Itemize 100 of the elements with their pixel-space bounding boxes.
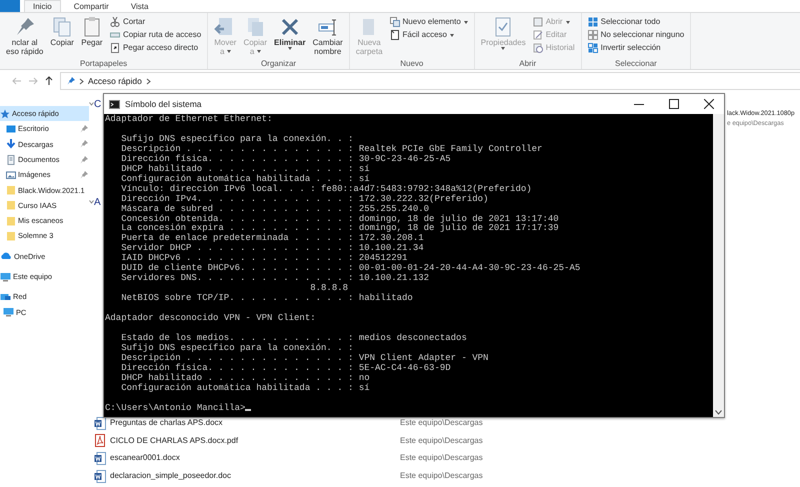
open-icon [532, 17, 543, 27]
chevron-icon [79, 78, 84, 84]
ribbon-button[interactable]: Copiar ruta de acceso [108, 29, 204, 41]
forward-button[interactable] [28, 76, 38, 86]
history-icon [532, 43, 543, 53]
address-bar[interactable]: Acceso rápido [60, 72, 800, 90]
console-line: DHCP habilitado . . . . . . . . . . . . . : sí [121, 164, 370, 174]
ribbon-button[interactable]: Copiar [48, 15, 76, 58]
window-title: Símbolo del sistema [125, 98, 203, 110]
console-heading: Adaptador desconocido VPN - VPN Client: [105, 314, 316, 324]
invert-selection-icon [588, 43, 598, 53]
file-location: Este equipo\Descargas [400, 417, 483, 430]
console-line: La concesión expira . . . . . . . . . . . : domingo, 18 de julio de 2021 17:17:39 [121, 224, 559, 234]
select-all-icon [588, 17, 598, 27]
console-heading: Adaptador de Ethernet Ethernet: [105, 115, 272, 125]
group-label: Nuevo [399, 58, 424, 69]
caret-icon [256, 50, 261, 54]
ribbon-tab[interactable]: Vista [122, 0, 158, 12]
computer-icon [3, 307, 14, 318]
back-arrow-icon [12, 76, 22, 86]
caret-icon [464, 20, 468, 24]
console-line: Estado de los medios. . . . . . . . . . . : medios desconectados [121, 334, 467, 344]
desktop-icon [6, 124, 16, 134]
caret-icon [501, 47, 506, 50]
ribbon-button[interactable]: Fácil acceso [388, 29, 470, 41]
computer-icon [0, 272, 11, 282]
file-name[interactable]: Preguntas de charlas APS.docx [106, 417, 400, 430]
console-line: Servidores DNS. . . . . . . . . . . . . . : 10.100.21.132 [121, 274, 430, 284]
ribbon-tab[interactable]: Inicio [24, 0, 61, 12]
console-line: Sufijo DNS específico para la conexión. . : [121, 134, 354, 144]
file-name[interactable]: declaracion_simple_poseedor.doc [106, 470, 400, 482]
download-arrow-icon [6, 139, 16, 150]
console-line: Dirección física. . . . . . . . . . . . . : 30-9C-23-46-25-A5 [121, 154, 451, 164]
chevron-icon [89, 200, 94, 204]
text-cursor [245, 408, 251, 411]
word-document-icon [94, 416, 106, 430]
file-location: Este equipo\Descargas [400, 452, 483, 464]
ribbon-button[interactable]: Pegar [78, 15, 105, 58]
console-line: DUID de cliente DHCPv6. . . . . . . . . . : 00-01-00-01-24-20-44-A4-30-9C-23-46-25-A5 [121, 264, 580, 274]
chevron-icon [89, 102, 94, 106]
ribbon-button[interactable]: No seleccionar ninguno [586, 29, 686, 41]
forward-arrow-icon [28, 76, 38, 86]
ribbon-button[interactable]: nclar al eso rápido [4, 15, 46, 58]
caret-icon [566, 20, 570, 24]
network-icon [0, 292, 11, 302]
ribbon-button[interactable]: Eliminar [272, 15, 308, 58]
file-name[interactable]: CICLO DE CHARLAS APS.docx.pdf [106, 434, 400, 447]
console-line: Concesión obtenida. . . . . . . . . . . . : domingo, 18 de julio de 2021 13:17:40 [121, 214, 559, 224]
group-label: Abrir [518, 58, 538, 69]
console-line: IAID DHCPv6 . . . . . . . . . . . . . . . : 204512291 [121, 254, 408, 264]
console-line: Sufijo DNS específico para la conexión. . : [121, 344, 354, 354]
back-button[interactable] [12, 76, 22, 86]
pin-icon [80, 156, 88, 164]
ribbon-button[interactable]: Nuevo elemento [388, 16, 470, 28]
caret-icon [226, 50, 231, 54]
file-tab[interactable] [0, 0, 20, 12]
scrollbar[interactable] [713, 114, 724, 417]
breadcrumb[interactable]: Acceso rápido [88, 74, 142, 88]
document-icon [6, 154, 16, 165]
close-icon [704, 99, 714, 109]
ribbon-tab[interactable]: Compartir [64, 0, 118, 12]
path-icon [110, 30, 120, 40]
ribbon-button[interactable]: Cambiar nombre [310, 15, 345, 58]
console-line: Configuración automática habilitada . . . : sí [121, 384, 370, 394]
group-label: Organizar [260, 58, 298, 69]
folder-icon [6, 216, 16, 226]
pages-icon [51, 16, 74, 38]
section-heading: C [94, 98, 102, 112]
console-line: NetBIOS sobre TCP/IP. . . . . . . . . . . : habilitado [121, 294, 413, 304]
caret-icon [288, 47, 292, 50]
file-name[interactable]: escanear0001.docx [106, 452, 400, 464]
section-heading: A [94, 196, 101, 210]
console-line: Dirección física. . . . . . . . . . . . . : 5E-AC-C4-46-63-9D [121, 364, 451, 374]
word-document-icon [94, 452, 106, 465]
ribbon-button[interactable]: Invertir selección [586, 42, 686, 54]
quick-access-icon [390, 30, 400, 40]
shortcut-icon [110, 43, 120, 53]
folder-icon [6, 231, 16, 242]
console-line: Descripción . . . . . . . . . . . . . . . : Realtek PCIe GbE Family Controller [121, 144, 542, 154]
caret-icon [450, 34, 454, 36]
ribbon-button[interactable]: Cortar [108, 16, 204, 28]
picture-icon [6, 170, 16, 180]
ribbon-button[interactable]: Seleccionar todo [586, 16, 686, 28]
group-label: Portapapeles [79, 58, 128, 69]
console-line: DHCP habilitado . . . . . . . . . . . . . : no [121, 374, 370, 384]
up-button[interactable] [44, 76, 54, 86]
ribbon-button[interactable]: Pegar acceso directo [108, 42, 204, 54]
console-line: Configuración automática habilitada . . . : sí [121, 174, 370, 184]
pdf-document-icon [94, 434, 106, 448]
console-line: 8.8.8.8 [310, 284, 348, 294]
folder-icon [6, 185, 16, 196]
console-line: Servidor DHCP . . . . . . . . . . . . . . : 10.100.21.34 [121, 244, 424, 254]
edit-icon [532, 30, 543, 40]
file-location: Este equipo\Descargas [400, 470, 483, 482]
group-label: Seleccionar [614, 58, 658, 69]
console-line: Puerta de enlace predeterminada . . . . . : 172.30.208.1 [121, 234, 424, 244]
pin-icon [80, 140, 88, 148]
console-icon [109, 100, 120, 108]
up-arrow-icon [44, 76, 54, 86]
cloud-icon [0, 251, 12, 262]
